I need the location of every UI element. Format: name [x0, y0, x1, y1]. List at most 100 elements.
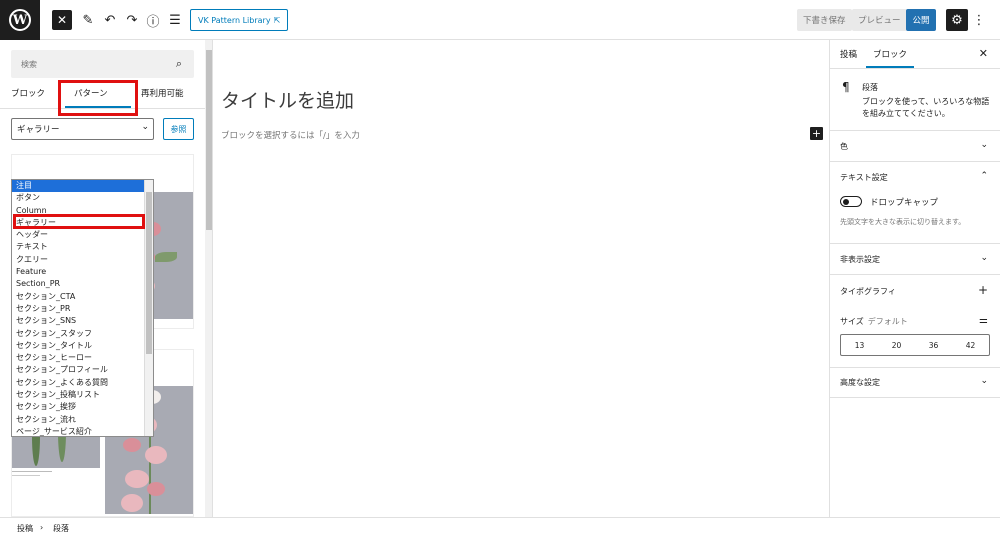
redo-button[interactable]: ↷ [122, 10, 142, 30]
font-size-option[interactable]: 13 [841, 335, 878, 355]
tools-button[interactable]: ✎ [78, 10, 98, 30]
hidden-settings-title[interactable]: 非表示設定 [840, 254, 880, 265]
tab-post[interactable]: 投稿 [840, 48, 857, 60]
settings-button[interactable]: ⚙ [946, 9, 968, 31]
redo-icon: ↷ [126, 12, 138, 28]
size-label-text: サイズ [840, 317, 864, 326]
dropdown-option[interactable]: ボタン [12, 192, 153, 204]
inserter-scrollbar[interactable] [205, 40, 212, 517]
font-size-option[interactable]: 36 [915, 335, 952, 355]
dropdown-option[interactable]: クエリー [12, 254, 153, 266]
chevron-down-icon[interactable]: ⌄ [980, 140, 988, 150]
chevron-down-icon: ⌄ [141, 122, 149, 132]
list-view-icon: ☰ [169, 12, 181, 28]
drop-cap-help: 先頭文字を大きな表示に切り替えます。 [840, 218, 966, 226]
dropdown-option[interactable]: 注目 [12, 180, 153, 193]
dropdown-option[interactable]: セクション_ヒーロー [12, 352, 153, 364]
dropdown-option[interactable]: セクション_流れ [12, 414, 153, 426]
vk-pattern-library-label: VK Pattern Library [198, 15, 271, 25]
divider [830, 367, 1000, 368]
font-size-option[interactable]: 42 [952, 335, 989, 355]
inserter-search: ⌕ [11, 50, 194, 78]
chevron-down-icon[interactable]: ⌄ [980, 376, 988, 386]
sliders-icon[interactable]: ⚌ [979, 315, 988, 326]
dropdown-option[interactable]: Feature [12, 266, 153, 278]
tab-blocks[interactable]: ブロック [11, 87, 45, 99]
highlight-patterns-tab [58, 80, 138, 116]
external-link-icon: ⇱ [273, 15, 281, 25]
save-draft-button[interactable]: 下書き保存 [797, 9, 852, 31]
divider [830, 161, 1000, 162]
font-size-option[interactable]: 20 [878, 335, 915, 355]
preview-button[interactable]: プレビュー [852, 9, 907, 31]
details-button[interactable]: ⓘ [143, 10, 163, 30]
search-icon[interactable]: ⌕ [176, 57, 182, 71]
search-input[interactable] [11, 50, 161, 78]
dropdown-option[interactable]: セクション_投稿リスト [12, 389, 153, 401]
block-inserter-panel: ⌕ ブロック パターン 再利用可能 ギャラリー ⌄ 参照 [0, 40, 213, 517]
chevron-down-icon[interactable]: ⌄ [980, 253, 988, 263]
plus-icon[interactable]: + [978, 283, 988, 297]
divider [830, 243, 1000, 244]
text-settings-title[interactable]: テキスト設定 [840, 172, 888, 183]
divider [830, 274, 1000, 275]
list-view-button[interactable]: ☰ [165, 10, 185, 30]
more-vertical-icon: ⋮ [972, 12, 986, 28]
dropdown-option[interactable]: セクション_よくある質問 [12, 377, 153, 389]
size-default-text: デフォルト [867, 317, 908, 326]
font-size-picker: 13 20 36 42 [840, 334, 990, 356]
chevron-up-icon[interactable]: ⌃ [980, 171, 988, 181]
tab-reusable[interactable]: 再利用可能 [141, 87, 184, 99]
browse-all-button[interactable]: 参照 [163, 118, 194, 140]
block-description: ブロックを使って、いろいろな物語を組み立ててください。 [862, 97, 990, 118]
divider [830, 68, 1000, 69]
color-section-title[interactable]: 色 [840, 141, 848, 152]
dropdown-option[interactable]: セクション_タイトル [12, 340, 153, 352]
category-selected-value: ギャラリー [17, 125, 60, 135]
settings-sidebar: 投稿 ブロック ✕ ¶ 段落 ブロックを使って、いろいろな物語を組み立ててくださ… [829, 40, 1000, 517]
options-button[interactable]: ⋮ [972, 9, 986, 31]
breadcrumb-item[interactable]: 段落 [53, 523, 69, 534]
close-sidebar-button[interactable]: ✕ [979, 47, 988, 60]
tab-block[interactable]: ブロック [873, 48, 907, 60]
undo-icon: ↶ [104, 12, 116, 28]
divider [830, 397, 1000, 398]
gear-icon: ⚙ [951, 12, 963, 28]
dropdown-option[interactable]: ヘッダー [12, 229, 153, 241]
dropdown-option[interactable]: ページ_サービス紹介 [12, 426, 153, 436]
chevron-right-icon: › [40, 523, 44, 532]
block-name: 段落 [862, 83, 878, 92]
dropdown-option[interactable]: セクション_スタッフ [12, 328, 153, 340]
publish-button[interactable]: 公開 [906, 9, 936, 31]
wordpress-logo-icon[interactable]: W [0, 0, 40, 40]
dropdown-option[interactable]: セクション_CTA [12, 291, 153, 303]
plus-icon: + [811, 127, 822, 140]
dropdown-scrollbar[interactable] [144, 180, 153, 436]
editor-header: W ✕ ✎ ↶ ↷ ⓘ ☰ VK Pattern Library ⇱ 下書き保存… [0, 0, 1000, 40]
post-title-field[interactable]: タイトルを追加 [221, 86, 354, 113]
dropdown-option[interactable]: Section_PR [12, 278, 153, 290]
undo-button[interactable]: ↶ [100, 10, 120, 30]
vk-pattern-library-button[interactable]: VK Pattern Library ⇱ [190, 9, 289, 31]
close-icon: ✕ [56, 13, 68, 27]
breadcrumb: 投稿 › 段落 [0, 517, 1000, 539]
pencil-icon: ✎ [82, 12, 94, 28]
dropdown-option[interactable]: セクション_挨拶 [12, 401, 153, 413]
breadcrumb-item[interactable]: 投稿 [17, 523, 33, 534]
divider [830, 130, 1000, 131]
editor-canvas: タイトルを追加 ブロックを選択するには「/」を入力 + [213, 40, 829, 517]
dropdown-option[interactable]: セクション_PR [12, 303, 153, 315]
close-inserter-button[interactable]: ✕ [52, 10, 72, 30]
drop-cap-label: ドロップキャップ [870, 198, 939, 208]
add-block-button[interactable]: + [810, 127, 823, 140]
highlight-gallery-option [13, 214, 145, 229]
drop-cap-toggle[interactable] [840, 196, 862, 207]
info-icon: ⓘ [146, 14, 160, 30]
dropdown-option[interactable]: セクション_プロフィール [12, 364, 153, 376]
pattern-category-select[interactable]: ギャラリー ⌄ [11, 118, 154, 140]
paragraph-block-placeholder[interactable]: ブロックを選択するには「/」を入力 [221, 129, 360, 141]
font-size-label: サイズ デフォルト [840, 316, 908, 327]
dropdown-option[interactable]: セクション_SNS [12, 315, 153, 327]
dropdown-option[interactable]: テキスト [12, 241, 153, 253]
advanced-title[interactable]: 高度な設定 [840, 377, 880, 388]
